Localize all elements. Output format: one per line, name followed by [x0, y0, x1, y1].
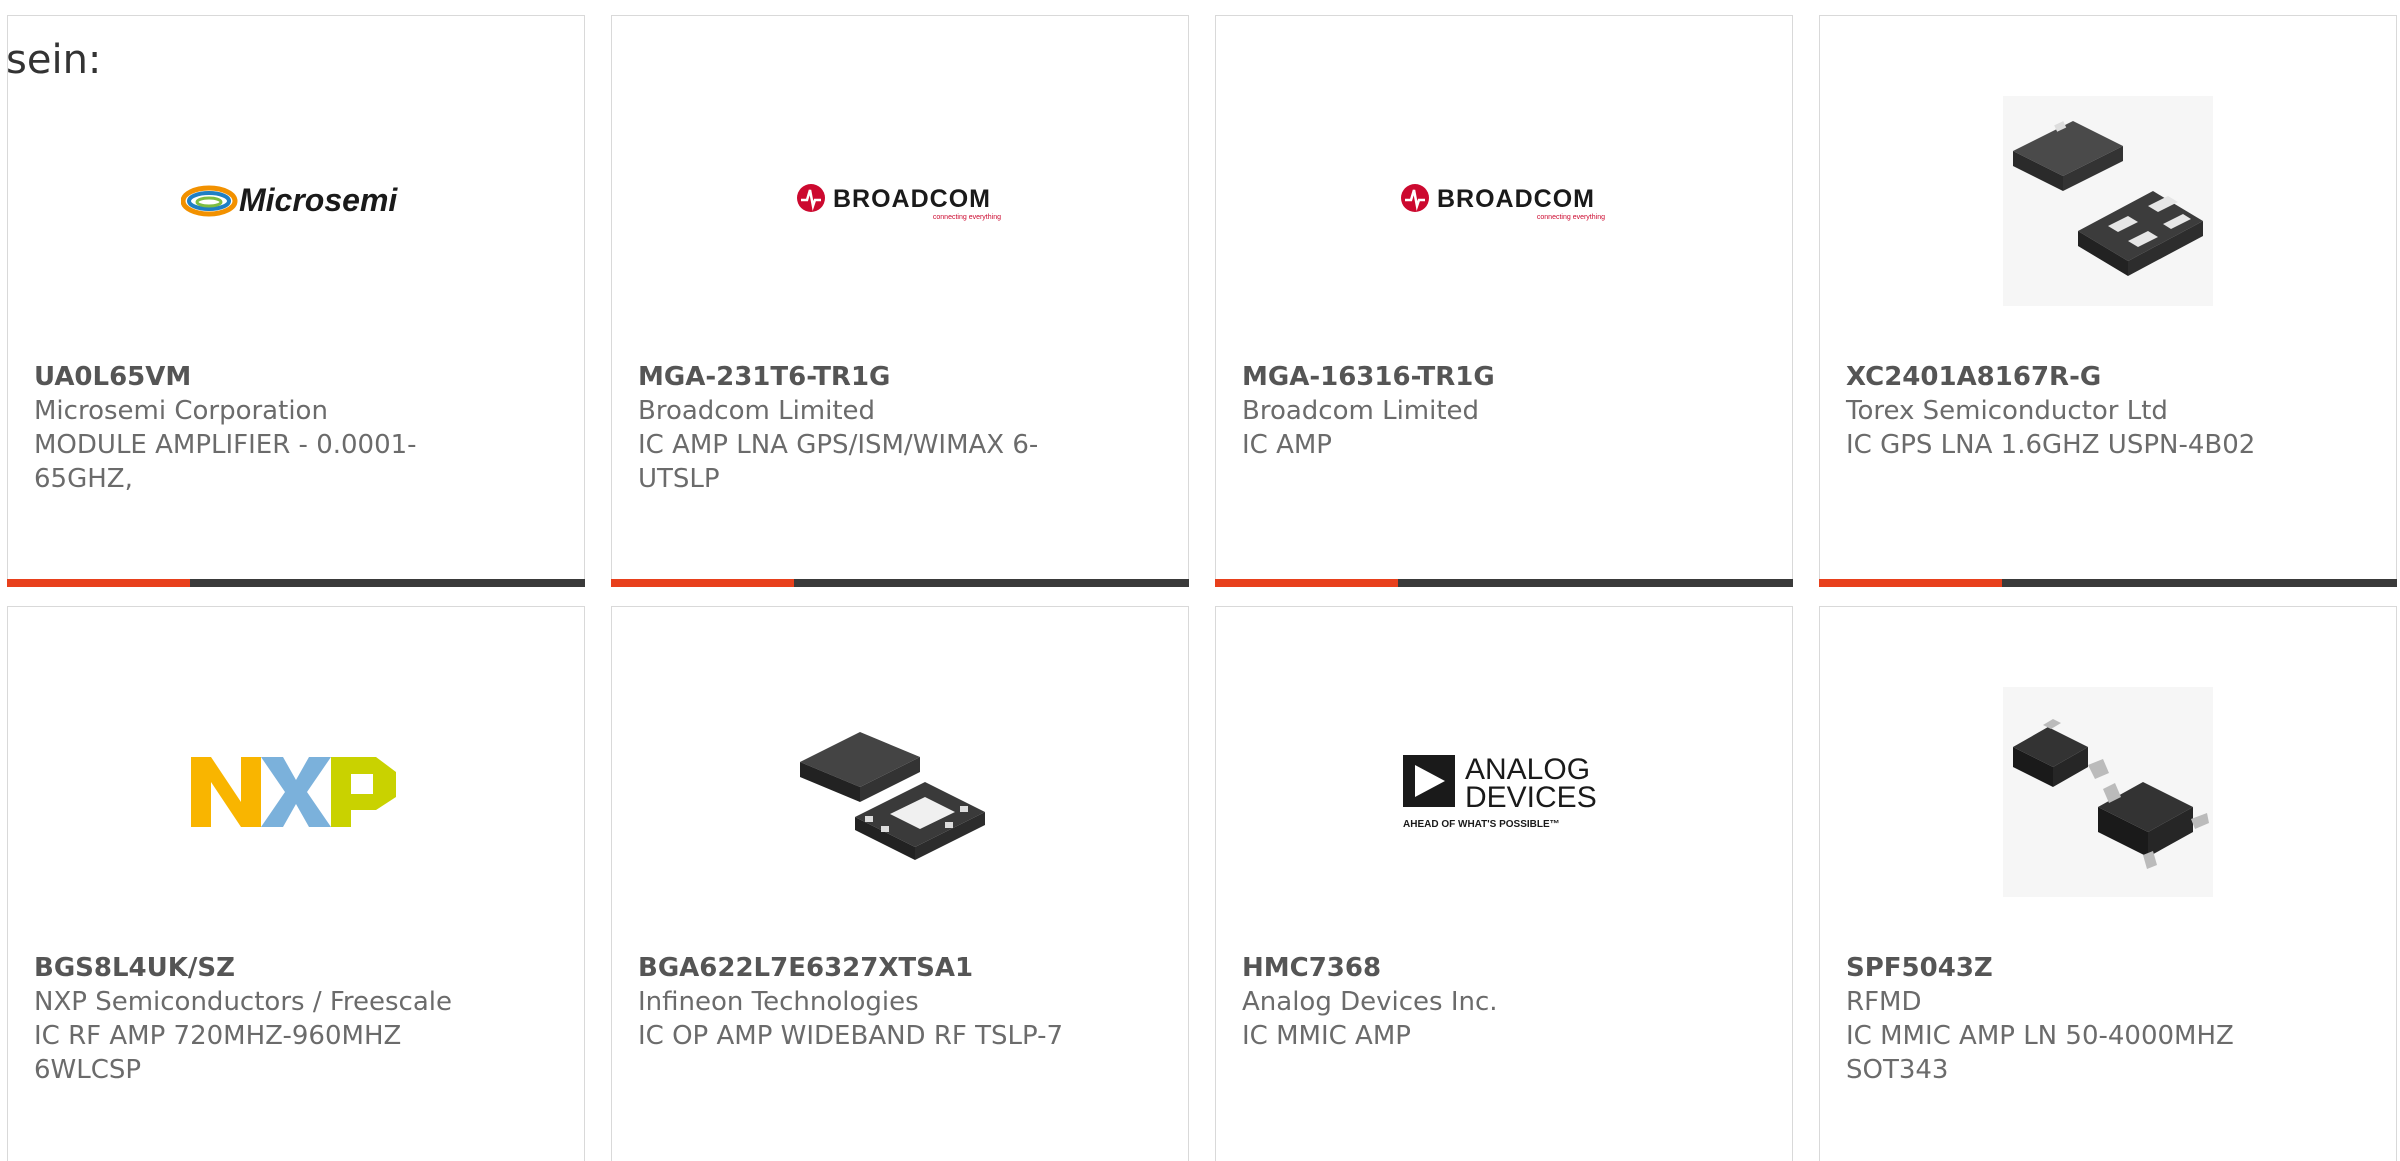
description: IC MMIC AMP: [1242, 1021, 1411, 1051]
product-image[interactable]: BROADCOM connecting everything: [1216, 76, 1792, 326]
product-card[interactable]: BROADCOM connecting everything MGA-231T6…: [611, 15, 1189, 587]
manufacturer: Infineon Technologies: [638, 987, 919, 1017]
product-image[interactable]: Microsemi: [8, 76, 584, 326]
ic-package-photo-icon: [2003, 96, 2213, 306]
svg-text:connecting everything: connecting everything: [1537, 214, 1605, 221]
description: IC AMP LNA GPS/ISM/WIMAX 6-UTSLP: [638, 430, 1039, 494]
manufacturer: Broadcom Limited: [638, 396, 876, 426]
part-number[interactable]: MGA-231T6-TR1G: [638, 360, 1068, 394]
product-image[interactable]: BROADCOM connecting everything: [612, 76, 1188, 326]
card-footer-bar: [611, 579, 1189, 587]
description: IC RF AMP 720MHZ-960MHZ 6WLCSP: [34, 1021, 402, 1085]
manufacturer: Broadcom Limited: [1242, 396, 1480, 426]
description: MODULE AMPLIFIER - 0.0001-65GHZ,: [34, 430, 417, 494]
description: IC GPS LNA 1.6GHZ USPN-4B02: [1846, 430, 2256, 460]
intro-text: sein:: [6, 37, 102, 83]
microsemi-logo-icon: Microsemi: [181, 182, 398, 218]
manufacturer: Analog Devices Inc.: [1242, 987, 1498, 1017]
part-number[interactable]: BGA622L7E6327XTSA1: [638, 951, 1068, 985]
manufacturer: Microsemi Corporation: [34, 396, 328, 426]
part-number[interactable]: HMC7368: [1242, 951, 1672, 985]
product-image[interactable]: [1820, 76, 2396, 326]
svg-text:BROADCOM: BROADCOM: [833, 185, 991, 213]
analog-devices-logo-icon: ANALOG DEVICES AHEAD OF WHAT'S POSSIBLE™: [1403, 753, 1597, 830]
manufacturer: NXP Semiconductors / Freescale: [34, 987, 453, 1017]
product-card[interactable]: BGS8L4UK/SZ NXP Semiconductors / Freesca…: [7, 606, 585, 1161]
ic-package-photo-icon: [2003, 687, 2213, 897]
product-image[interactable]: [612, 667, 1188, 917]
svg-text:BROADCOM: BROADCOM: [1437, 185, 1595, 213]
broadcom-logo-icon: BROADCOM connecting everything: [797, 184, 1001, 221]
svg-text:AHEAD OF WHAT'S POSSIBLE™: AHEAD OF WHAT'S POSSIBLE™: [1403, 819, 1560, 830]
part-number[interactable]: MGA-16316-TR1G: [1242, 360, 1672, 394]
description: IC OP AMP WIDEBAND RF TSLP-7: [638, 1021, 1064, 1051]
product-grid-page: sein: Microsemi UA0L65VM Microsemi Corpo…: [0, 0, 2400, 1161]
svg-text:DEVICES: DEVICES: [1465, 781, 1597, 814]
manufacturer: Torex Semiconductor Ltd: [1846, 396, 2168, 426]
part-number[interactable]: SPF5043Z: [1846, 951, 2276, 985]
product-card[interactable]: Microsemi UA0L65VM Microsemi Corporation…: [7, 15, 585, 587]
product-card[interactable]: BGA622L7E6327XTSA1 Infineon Technologies…: [611, 606, 1189, 1161]
product-card[interactable]: BROADCOM connecting everything MGA-16316…: [1215, 15, 1793, 587]
part-number[interactable]: UA0L65VM: [34, 360, 464, 394]
product-image[interactable]: [1820, 667, 2396, 917]
card-footer-bar: [7, 579, 585, 587]
product-image[interactable]: ANALOG DEVICES AHEAD OF WHAT'S POSSIBLE™: [1216, 667, 1792, 917]
product-image[interactable]: [8, 667, 584, 917]
part-number[interactable]: BGS8L4UK/SZ: [34, 951, 464, 985]
description: IC MMIC AMP LN 50-4000MHZ SOT343: [1846, 1021, 2234, 1085]
card-footer-bar: [1819, 579, 2397, 587]
part-number[interactable]: XC2401A8167R-G: [1846, 360, 2276, 394]
description: IC AMP: [1242, 430, 1332, 460]
product-card[interactable]: ANALOG DEVICES AHEAD OF WHAT'S POSSIBLE™…: [1215, 606, 1793, 1161]
broadcom-logo-icon: BROADCOM connecting everything: [1401, 184, 1605, 221]
product-card[interactable]: SPF5043Z RFMD IC MMIC AMP LN 50-4000MHZ …: [1819, 606, 2397, 1161]
svg-text:Microsemi: Microsemi: [239, 182, 398, 218]
product-card[interactable]: XC2401A8167R-G Torex Semiconductor Ltd I…: [1819, 15, 2397, 587]
card-footer-bar: [1215, 579, 1793, 587]
nxp-logo-icon: [191, 757, 396, 827]
manufacturer: RFMD: [1846, 987, 1922, 1017]
ic-package-photo-icon: [800, 732, 985, 860]
svg-text:connecting everything: connecting everything: [933, 214, 1001, 221]
